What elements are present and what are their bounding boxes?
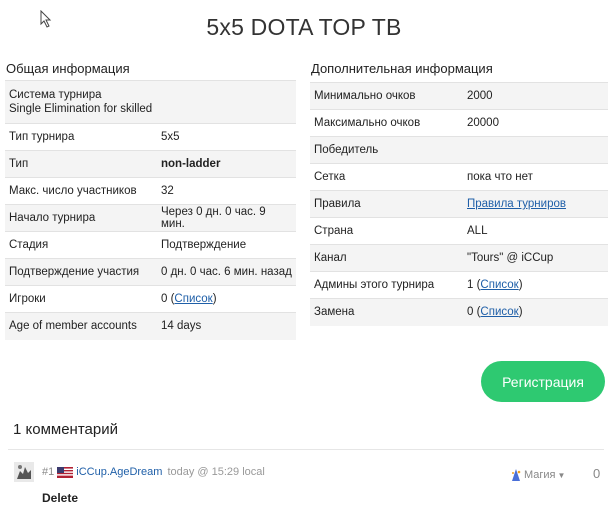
comment-number: #1 — [42, 466, 55, 478]
row-label: Канал — [310, 244, 463, 272]
delete-comment-button[interactable]: Delete — [42, 491, 78, 505]
table-row: Макс. число участников 32 — [5, 177, 296, 205]
magic-icon — [512, 469, 521, 481]
comment-author-link[interactable]: iCCup.AgeDream — [76, 466, 162, 478]
row-label: Правила — [310, 190, 463, 218]
row-label: Тип турнира — [5, 123, 157, 151]
table-row: Подтверждение участия 0 дн. 0 час. 6 мин… — [5, 258, 296, 286]
row-label: Минимально очков — [310, 82, 463, 110]
table-row: Максимально очков 20000 — [310, 109, 608, 137]
substitutes-list-link[interactable]: Список — [480, 306, 518, 318]
system-cell: Система турнира Single Elimination for s… — [5, 80, 296, 124]
row-value: 5x5 — [157, 123, 296, 151]
row-label: Админы этого турнира — [310, 271, 463, 299]
paren-close: ) — [518, 306, 523, 319]
row-value: 20000 — [463, 109, 608, 137]
row-label: Тип — [5, 150, 157, 178]
row-label: Победитель — [310, 136, 463, 164]
divider — [8, 449, 604, 450]
general-info-table: Система турнира Single Elimination for s… — [5, 80, 296, 340]
reaction-label: Магия — [524, 469, 556, 481]
system-value: Single Elimination for skilled — [9, 103, 153, 115]
general-info-heading: Общая информация — [6, 61, 130, 76]
row-value: non-ladder — [157, 150, 296, 178]
table-row: Age of member accounts 14 days — [5, 312, 296, 340]
extra-info-table: Минимально очков 2000 Максимально очков … — [310, 82, 608, 326]
table-row: Победитель — [310, 136, 608, 164]
row-label: Начало турнира — [5, 204, 157, 232]
caret-down-icon: ▼ — [557, 470, 566, 480]
comment-time: today @ 15:29 local — [167, 466, 265, 478]
paren-close: ) — [518, 279, 523, 291]
row-value: пока что нет — [463, 163, 608, 191]
row-label: Стадия — [5, 231, 157, 259]
table-row: Тип турнира 5x5 — [5, 123, 296, 151]
players-count: 0 ( — [161, 293, 175, 305]
row-label: Age of member accounts — [5, 312, 157, 340]
admins-list-link[interactable]: Список — [480, 279, 518, 291]
table-row: Игроки 0 (Список) — [5, 285, 296, 313]
table-row: Начало турнира Через 0 дн. 0 час. 9 мин. — [5, 204, 296, 232]
row-label: Игроки — [5, 285, 157, 313]
row-value: Подтверждение — [157, 231, 296, 259]
row-label: Макс. число участников — [5, 177, 157, 205]
table-row: Админы этого турнира 1 (Список) — [310, 271, 608, 299]
rules-link[interactable]: Правила турниров — [467, 198, 566, 210]
table-row: Страна ALL — [310, 217, 608, 245]
row-value: Через 0 дн. 0 час. 9 мин. — [157, 204, 296, 232]
system-label: Система турнира — [9, 89, 102, 101]
avatar-icon[interactable] — [14, 462, 34, 482]
table-row: Минимально очков 2000 — [310, 82, 608, 110]
row-value: "Tours" @ iCCup — [463, 244, 608, 272]
row-value: 1 (Список) — [463, 271, 608, 299]
register-button[interactable]: Регистрация — [481, 361, 605, 402]
page-title: 5x5 DOTA TOP TB — [206, 14, 402, 40]
row-label: Сетка — [310, 163, 463, 191]
table-row: Тип non-ladder — [5, 150, 296, 178]
table-row: Правила Правила турниров — [310, 190, 608, 218]
table-row: Стадия Подтверждение — [5, 231, 296, 259]
row-label: Максимально очков — [310, 109, 463, 137]
us-flag-icon — [57, 466, 74, 478]
row-value: 0 дн. 0 час. 6 мин. назад — [157, 258, 296, 286]
comments-title: 1 комментарий — [13, 421, 118, 438]
row-value: Правила турниров — [463, 190, 608, 218]
row-value — [463, 136, 608, 164]
reaction-dropdown[interactable]: Магия ▼ — [510, 468, 565, 482]
comment-header: #1 iCCup.AgeDream today @ 15:29 local — [14, 462, 265, 482]
vote-count: 0 — [593, 466, 601, 481]
table-row: Сетка пока что нет — [310, 163, 608, 191]
substitutes-count: 0 ( — [467, 306, 481, 319]
row-value: 0 (Список) — [157, 285, 296, 313]
extra-info-heading: Дополнительная информация — [311, 61, 493, 76]
row-label: Замена — [310, 298, 463, 326]
paren-close: ) — [212, 293, 217, 305]
row-value: ALL — [463, 217, 608, 245]
row-label: Страна — [310, 217, 463, 245]
table-row: Канал "Tours" @ iCCup — [310, 244, 608, 272]
row-value: 32 — [157, 177, 296, 205]
players-list-link[interactable]: Список — [174, 293, 212, 305]
row-value: 14 days — [157, 312, 296, 340]
table-row: Замена 0 (Список) — [310, 298, 608, 326]
admins-count: 1 ( — [467, 279, 481, 291]
table-row: Система турнира Single Elimination for s… — [5, 80, 296, 124]
row-value: 2000 — [463, 82, 608, 110]
row-label: Подтверждение участия — [5, 258, 157, 286]
row-value: 0 (Список) — [463, 298, 608, 326]
